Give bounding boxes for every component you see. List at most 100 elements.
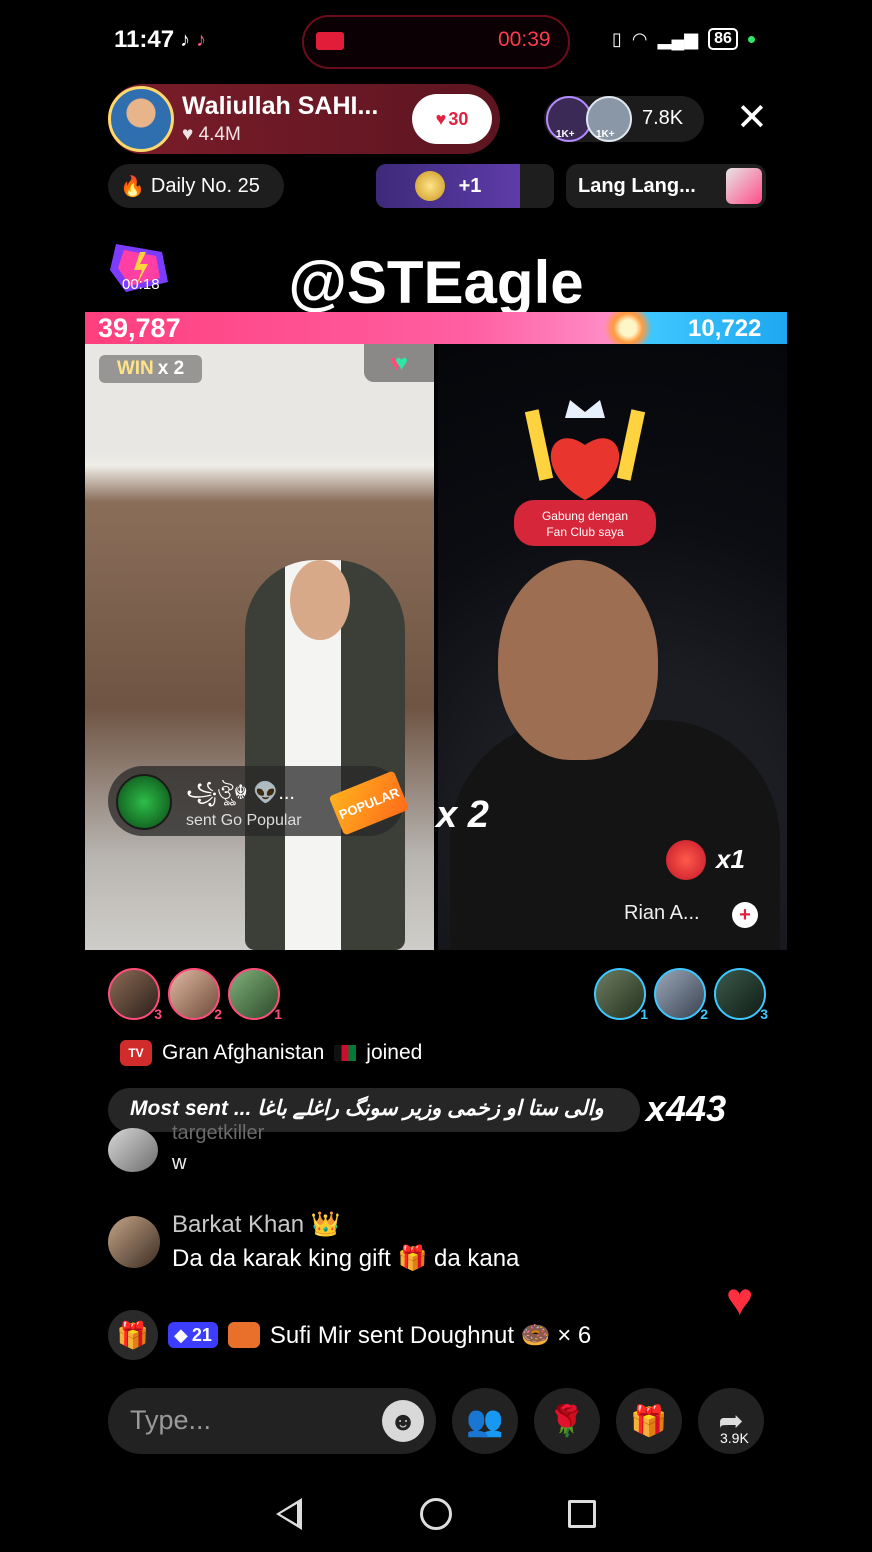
barkat-avatar[interactable] — [108, 1216, 160, 1268]
viewer-badge-2: 1K+ — [596, 129, 615, 140]
left-rank-2[interactable]: 2 — [168, 968, 222, 1022]
left-rank-1[interactable]: 3 — [108, 968, 162, 1022]
status-icons: ▯ ◠ ▂▄▆ 86 — [612, 28, 755, 50]
gift-sender-avatar[interactable] — [116, 774, 172, 830]
right-streamer-face — [498, 560, 658, 760]
rank-avatar — [228, 968, 280, 1020]
flame-icon: 🔥 — [120, 175, 145, 198]
comment-placeholder: Type... — [130, 1405, 212, 1435]
right-rank-1[interactable]: 1 — [594, 968, 648, 1022]
multi-guest-icon: 👥 — [466, 1404, 504, 1438]
rose-icon: 🌹 — [548, 1404, 586, 1438]
fan-club-sticker-icon[interactable]: Gabung dengan Fan Club saya — [510, 400, 660, 560]
share-count: 3.9K — [720, 1430, 749, 1446]
viewer-badge-1: 1K+ — [556, 129, 575, 140]
signal-icon: ▂▄▆ — [657, 28, 699, 49]
barkat-comment: Da da karak king gift 🎁 da kana — [172, 1245, 520, 1272]
lang-lang-pill[interactable]: Lang Lang... — [566, 164, 766, 208]
gift-sent-text: sent Go Popular — [186, 812, 302, 829]
diamond-badge: ◆ 21 — [168, 1322, 218, 1348]
afghanistan-flag-icon — [334, 1045, 357, 1061]
rank-avatar — [594, 968, 646, 1020]
comment-text: w — [172, 1152, 187, 1174]
most-sent-text: Most sent ... والی ستا او زخمی وزیر سونگ… — [130, 1097, 604, 1120]
right-multiplier: x1 — [716, 844, 745, 874]
daily-ranking-label: Daily No. 25 — [150, 174, 260, 197]
shield-badge-icon — [227, 1322, 260, 1348]
join-action: joined — [366, 1041, 423, 1064]
gift-box-icon[interactable]: 🎁 — [108, 1310, 158, 1360]
multi-guest-button[interactable]: 👥 — [452, 1388, 518, 1454]
heart-gift-icon — [666, 840, 706, 880]
coin-icon — [414, 171, 445, 201]
nav-recents-icon[interactable] — [568, 1500, 596, 1528]
right-rank-3[interactable]: 3 — [714, 968, 768, 1022]
fan-club-button[interactable]: ♥ 30 — [412, 94, 492, 144]
battle-spark-icon — [600, 312, 656, 344]
join-user[interactable]: Gran Afghanistan — [162, 1041, 324, 1065]
wifi-icon: ◠ — [631, 28, 648, 49]
plus-label: +1 — [458, 174, 482, 197]
tiktok-icon: ♪ — [180, 28, 191, 51]
gift-plus-pill[interactable]: +1 — [376, 164, 554, 208]
barkat-name[interactable]: Barkat Khan 👑 — [172, 1210, 341, 1239]
fan-level: 30 — [448, 108, 469, 129]
commenter-name[interactable]: targetkiller — [172, 1122, 264, 1145]
vibrate-icon: ▯ — [612, 28, 622, 49]
gift-message: Sufi Mir sent Doughnut 🍩 × 6 — [269, 1321, 592, 1349]
watermark-text: @STEagle — [288, 249, 584, 316]
battery-indicator: 86 — [708, 28, 738, 50]
viewer-count: 7.8K — [642, 107, 684, 129]
heart-icon: ♥ — [182, 124, 194, 145]
battle-hearts-icon-2: ♥ — [395, 350, 409, 375]
left-rankings: 3 2 1 — [108, 968, 282, 1022]
fan-heart-icon: ♥ — [435, 108, 447, 129]
host-name: Waliullah SAHI... — [182, 92, 379, 120]
top-viewer-avatar-2[interactable]: 1K+ — [586, 96, 632, 142]
diamond-count: 21 — [191, 1324, 212, 1345]
host-likes: ♥ 4.4M — [182, 124, 241, 146]
gift-button[interactable]: 🎁 — [616, 1388, 682, 1454]
right-rank-2[interactable]: 2 — [654, 968, 708, 1022]
floating-heart-icon: ♥ — [726, 1273, 754, 1325]
rank-avatar — [108, 968, 160, 1020]
record-timer: 00:39 — [498, 28, 551, 51]
rank-number: 2 — [214, 1006, 222, 1022]
right-score: 10,722 — [688, 315, 762, 342]
right-rankings: 1 2 3 — [594, 968, 768, 1022]
follow-plus-icon[interactable]: + — [732, 902, 758, 928]
most-sent-count: x443 — [646, 1088, 727, 1129]
record-camera-icon — [316, 32, 344, 50]
nav-back-inner — [280, 1504, 297, 1524]
rank-number: 3 — [760, 1006, 768, 1022]
rank-number: 1 — [640, 1006, 648, 1022]
battle-score-bar — [85, 312, 787, 344]
left-rank-3[interactable]: 1 — [228, 968, 282, 1022]
lang-avatar — [726, 168, 762, 204]
battle-gift-chip[interactable]: ♥ ♥ — [364, 344, 434, 382]
lang-label: Lang Lang... — [578, 174, 696, 197]
privacy-dot — [747, 35, 755, 43]
tiktok-icon-secondary: ♪ — [196, 28, 207, 51]
rose-button[interactable]: 🌹 — [534, 1388, 600, 1454]
rank-avatar — [168, 968, 220, 1020]
host-avatar[interactable] — [108, 86, 174, 152]
left-multiplier: x 2 — [436, 794, 489, 836]
rank-number: 1 — [274, 1006, 282, 1022]
commenter-avatar[interactable] — [108, 1128, 158, 1172]
win-multiplier: x 2 — [157, 358, 185, 379]
right-streamer-body — [450, 720, 780, 950]
daily-ranking-pill[interactable]: 🔥 Daily No. 25 — [108, 164, 284, 208]
fanclub-line-1: Gabung dengan — [542, 509, 628, 523]
gift-message-row: 🎁 ◆ 21 Sufi Mir sent Doughnut 🍩 × 6 — [108, 1310, 591, 1360]
emoji-icon[interactable]: ☻ — [382, 1400, 424, 1442]
rank-number: 2 — [700, 1006, 708, 1022]
win-streak-badge: WIN x 2 — [99, 355, 202, 383]
diamond-icon: ◆ — [174, 1324, 188, 1345]
nav-home-icon[interactable] — [420, 1498, 452, 1530]
close-icon[interactable]: ✕ — [736, 98, 768, 138]
clock-text: 11:47 — [114, 26, 175, 53]
win-label: WIN — [116, 358, 154, 379]
right-creator-name[interactable]: Rian A... — [624, 902, 700, 925]
rank-number: 3 — [154, 1006, 162, 1022]
